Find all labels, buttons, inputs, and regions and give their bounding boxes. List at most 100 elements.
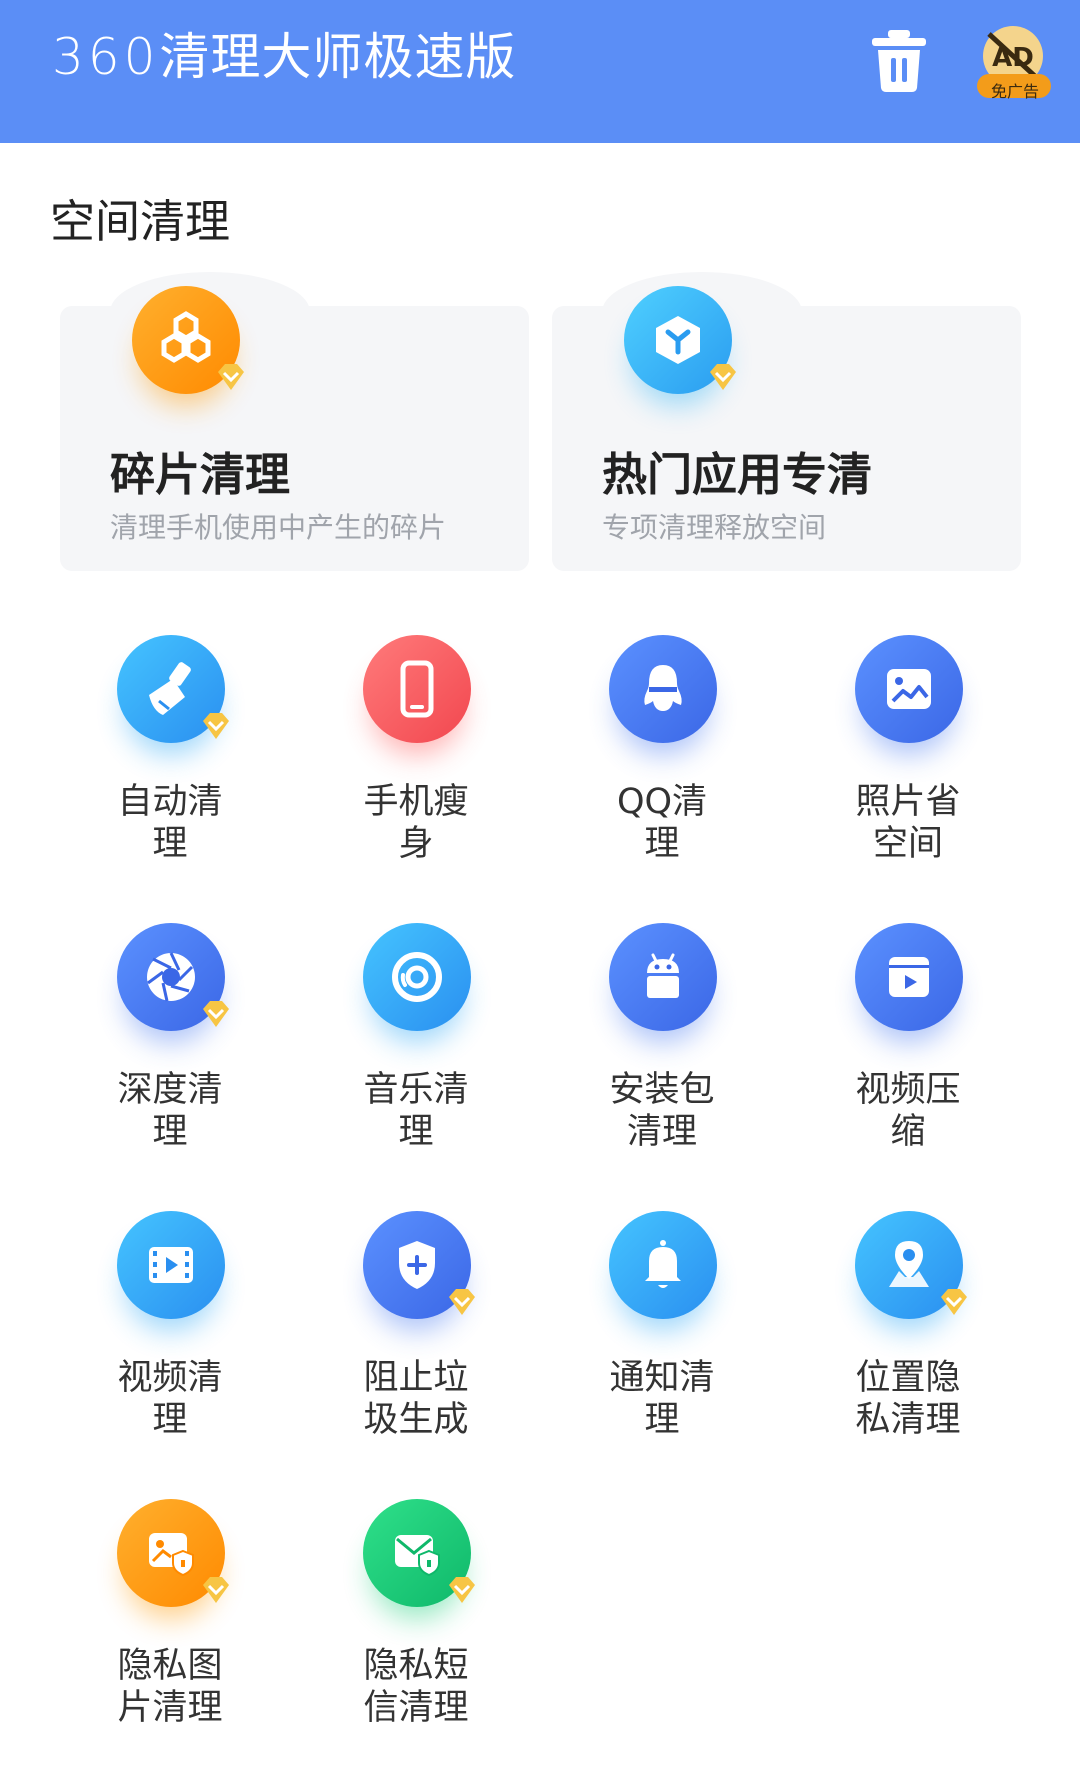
label-line-2: 圾生成 [363,1400,469,1440]
grid-item-qq-clean[interactable]: QQ清理 [552,633,772,893]
label-line-1: 隐私图 [117,1646,223,1686]
bell-glyph [645,1240,681,1288]
trash-icon [872,30,926,92]
label-line-2: 私清理 [855,1400,961,1440]
label-line-2: 理 [644,824,680,864]
grid-item-label: 视频清理 [60,1357,280,1441]
vip-diamond-icon [710,364,736,390]
label-line-2: 片清理 [117,1688,223,1728]
private-image-glyph [149,1533,194,1577]
label-line-1: 通知清 [609,1358,715,1398]
aperture-icon [115,921,229,1043]
app-title: 360清理大师极速版 [52,22,516,92]
phone-glyph [400,660,434,718]
honeycomb-icon [130,284,244,406]
card-title: 热门应用专清 [602,448,873,501]
grid-item-deep-clean[interactable]: 深度清理 [60,921,280,1181]
ad-badge-label: 免广告 [990,82,1039,101]
private-sms-glyph [395,1535,440,1577]
card-title: 碎片清理 [110,448,291,501]
android-glyph [647,953,679,998]
icon-circle [117,1211,225,1319]
grid-item-auto-clean[interactable]: 自动清理 [60,633,280,893]
video-compress-icon [853,921,965,1043]
hot-app-clean-card[interactable]: 热门应用专清 专项清理释放空间 [552,272,1021,571]
qq-penguin-icon [607,633,719,755]
private-image-icon [115,1497,229,1619]
grid-item-label: 通知清理 [552,1357,772,1441]
icon-circle [855,923,963,1031]
label-line-2: 理 [644,1400,680,1440]
phone-icon [361,633,473,755]
grid-item-label: 安装包 清理 [552,1069,772,1153]
grid-item-video-clean[interactable]: 视频清理 [60,1209,280,1469]
label-line-1: 自动清 [117,782,223,822]
label-line-1: 阻止垃 [363,1358,469,1398]
grid-item-phone-slim[interactable]: 手机瘦身 [306,633,526,893]
grid-item-label: 自动清理 [60,781,280,865]
private-sms-icon [361,1497,475,1619]
grid-item-block-junk[interactable]: 阻止垃 圾生成 [306,1209,526,1469]
label-line-2: 缩 [890,1112,926,1152]
grid-item-music-clean[interactable]: 音乐清理 [306,921,526,1181]
cube-icon [622,284,736,406]
disc-glyph [392,952,442,1002]
cube-glyph [656,316,700,364]
label-line-1: 音乐清 [363,1070,469,1110]
broom-glyph [149,662,191,715]
grid-item-location-privacy[interactable]: 位置隐 私清理 [798,1209,1018,1469]
grid-item-label: QQ清理 [552,781,772,865]
card-subtitle: 专项清理释放空间 [602,511,827,544]
film-glyph [149,1247,193,1283]
video-glyph [889,957,929,997]
icon-circle [363,923,471,1031]
music-disc-icon [361,921,473,1043]
bell-icon [607,1209,719,1331]
label-line-2: 清理 [626,1112,697,1152]
trash-button[interactable] [864,24,934,94]
image-icon [853,633,965,755]
vip-diamond-icon [449,1577,475,1603]
vip-diamond-icon [203,713,229,739]
label-line-2: 理 [398,1112,434,1152]
remove-ads-button[interactable]: AD 免广告 [975,22,1055,102]
vip-diamond-icon [218,364,244,390]
label-line-1: 隐私短 [363,1646,469,1686]
image-glyph [887,669,931,709]
penguin-glyph [644,665,682,711]
android-package-icon [607,921,719,1043]
grid-item-label: 视频压缩 [798,1069,1018,1153]
label-line-1: 视频清 [117,1358,223,1398]
grid-item-label: 隐私短 信清理 [306,1645,526,1729]
honeycomb-glyph [161,311,211,363]
label-line-2: 信清理 [363,1688,469,1728]
label-line-2: 身 [398,824,434,864]
vip-diamond-icon [941,1289,967,1315]
card-subtitle: 清理手机使用中产生的碎片 [110,511,447,544]
vip-diamond-icon [203,1577,229,1603]
grid-item-label: 照片省 空间 [798,781,1018,865]
film-icon [115,1209,227,1331]
grid-item-private-sms-clean[interactable]: 隐私短 信清理 [306,1497,526,1757]
fragment-clean-card[interactable]: 碎片清理 清理手机使用中产生的碎片 [60,272,529,571]
icon-circle [363,635,471,743]
icon-circle [609,923,717,1031]
app-title-number: 360 [52,28,160,86]
icon-circle [609,1211,717,1319]
label-line-2: 理 [152,1400,188,1440]
grid-item-video-compress[interactable]: 视频压缩 [798,921,1018,1181]
grid-item-label: 位置隐 私清理 [798,1357,1018,1441]
app-title-text: 清理大师极速版 [159,28,517,86]
grid-item-photo-space[interactable]: 照片省 空间 [798,633,1018,893]
label-line-2: 理 [152,1112,188,1152]
grid-item-label: 手机瘦身 [306,781,526,865]
grid-item-label: 音乐清理 [306,1069,526,1153]
grid-item-notification-clean[interactable]: 通知清理 [552,1209,772,1469]
label-line-2: 理 [152,824,188,864]
grid-item-apk-clean[interactable]: 安装包 清理 [552,921,772,1181]
grid-item-label: 隐私图 片清理 [60,1645,280,1729]
grid-item-private-image-clean[interactable]: 隐私图 片清理 [60,1497,280,1757]
section-title: 空间清理 [50,195,231,248]
grid-item-label: 深度清理 [60,1069,280,1153]
broom-icon [115,633,229,755]
